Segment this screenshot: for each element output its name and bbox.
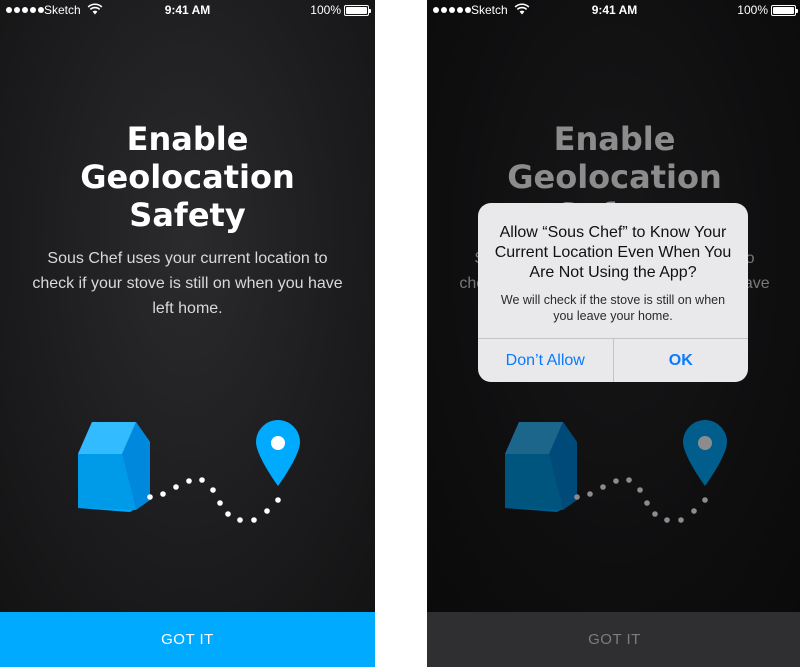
house-icon	[78, 422, 150, 512]
location-permission-alert: Allow “Sous Chef” to Know Your Current L…	[478, 203, 748, 382]
alert-title: Allow “Sous Chef” to Know Your Current L…	[494, 224, 732, 281]
battery-percentage: 100%	[737, 3, 768, 17]
title-line: Safety	[129, 196, 246, 234]
location-pin-icon	[256, 420, 300, 486]
title-line: Enable	[126, 120, 249, 158]
battery-percentage: 100%	[310, 3, 341, 17]
status-bar: Sketch 9:41 AM 100%	[427, 0, 800, 20]
dont-allow-button[interactable]: Don’t Allow	[478, 339, 613, 382]
battery-icon	[771, 5, 798, 16]
alert-message: We will check if the stove is still on w…	[500, 293, 726, 323]
geolocation-illustration	[78, 420, 300, 523]
onboarding-screen-with-alert: Enable Geolocation Safety Sous Chef uses…	[427, 0, 800, 667]
got-it-button[interactable]: GOT IT	[0, 612, 375, 667]
got-it-button[interactable]: GOT IT	[427, 612, 800, 667]
alert-button-row: Don’t Allow OK	[478, 338, 748, 382]
ok-button[interactable]: OK	[612, 339, 749, 382]
status-bar: Sketch 9:41 AM 100%	[0, 0, 375, 20]
page-subtitle: Sous Chef uses your current location to …	[32, 250, 343, 317]
screen-background: Enable Geolocation Safety Sous Chef uses…	[0, 0, 375, 612]
onboarding-screen: Enable Geolocation Safety Sous Chef uses…	[0, 0, 375, 667]
title-line: Geolocation	[80, 158, 295, 196]
battery-icon	[344, 5, 371, 16]
page-title: Enable Geolocation Safety	[0, 120, 375, 234]
dotted-path-icon	[147, 477, 281, 523]
